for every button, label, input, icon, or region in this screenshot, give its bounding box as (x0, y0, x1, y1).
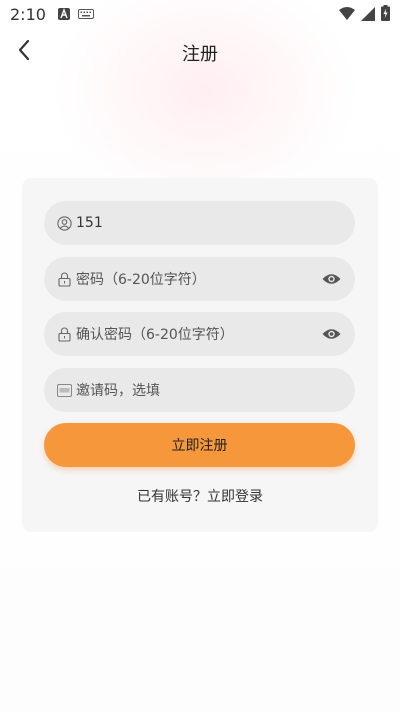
a-app-icon (57, 8, 70, 20)
nav-bar: 注册 (0, 32, 400, 72)
register-screen: 2:10 注册 151 密码（6-20位字符） 确认密码（6-20位字符） 邀请… (0, 0, 400, 712)
wifi-icon (339, 6, 355, 25)
status-bar: 2:10 (0, 0, 400, 28)
login-prompt-text: 已有账号？ (137, 489, 207, 505)
eye-icon[interactable] (321, 324, 341, 344)
invite-code-input[interactable]: 邀请码，选填 (76, 380, 341, 400)
abc-keyboard-icon (56, 382, 72, 398)
confirm-password-field[interactable]: 确认密码（6-20位字符） (44, 312, 355, 356)
phone-input[interactable]: 151 (76, 215, 341, 231)
password-field[interactable]: 密码（6-20位字符） (44, 257, 355, 301)
register-card: 151 密码（6-20位字符） 确认密码（6-20位字符） 邀请码，选填 立即注… (22, 178, 378, 532)
confirm-password-input[interactable]: 确认密码（6-20位字符） (76, 324, 321, 344)
keyboard-icon (77, 9, 94, 19)
status-time: 2:10 (10, 4, 46, 24)
invite-code-field[interactable]: 邀请码，选填 (44, 368, 355, 412)
lock-icon (56, 271, 72, 287)
user-circle-icon (56, 215, 72, 231)
lock-icon (56, 326, 72, 342)
signal-icon (361, 6, 375, 25)
password-input[interactable]: 密码（6-20位字符） (76, 269, 321, 289)
eye-icon[interactable] (321, 269, 341, 289)
login-prompt: 已有账号？立即登录 (22, 486, 378, 506)
phone-field[interactable]: 151 (44, 201, 355, 245)
login-link[interactable]: 立即登录 (207, 489, 263, 505)
register-button[interactable]: 立即注册 (44, 423, 355, 467)
page-title: 注册 (182, 44, 218, 65)
battery-charging-icon (381, 5, 390, 25)
